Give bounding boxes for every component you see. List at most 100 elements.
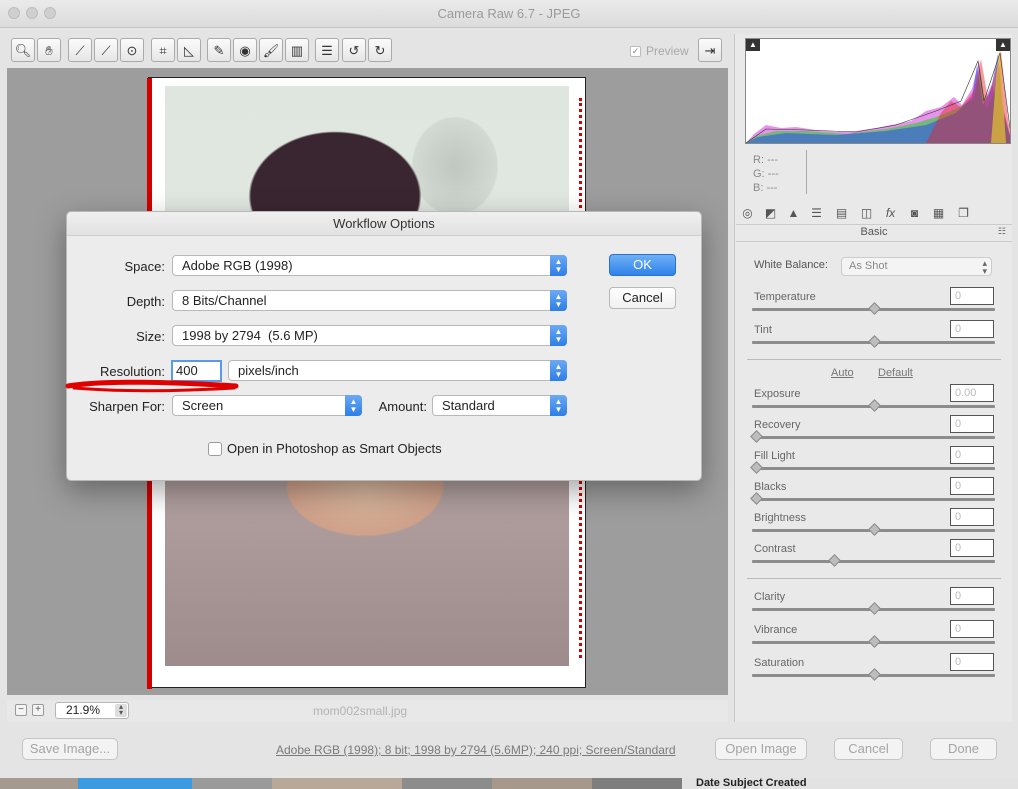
dialog-cancel-button[interactable]: Cancel <box>609 287 676 309</box>
amount-select[interactable]: Standard ▲ ▼ <box>432 395 567 416</box>
color-sampler-tool-button[interactable]: ⟋ <box>94 38 118 62</box>
sharpen-select[interactable]: Screen ▲ ▼ <box>172 395 362 416</box>
tint-slider-thumb[interactable] <box>867 335 881 348</box>
chevron-updown-icon: ▲ ▼ <box>550 360 567 381</box>
target-adjustment-tool-button[interactable]: ⊙ <box>120 38 144 62</box>
blacks-slider-track[interactable] <box>752 498 995 501</box>
hsl-tab-icon[interactable]: ☰ <box>807 205 826 222</box>
adjustment-brush-tool-button[interactable]: 🖌︎ <box>259 38 283 62</box>
exposure-value-input[interactable]: 0.00 <box>950 384 994 402</box>
fill-light-value-input[interactable]: 0 <box>950 446 994 464</box>
ok-button[interactable]: OK <box>609 254 676 276</box>
zoom-out-button[interactable]: − <box>15 704 27 716</box>
blacks-slider-thumb[interactable] <box>750 492 763 505</box>
white-balance-tool-button[interactable]: ⟋ <box>68 38 92 62</box>
file-name: mom002small.jpg <box>313 704 408 718</box>
shadow-clipping-warning-icon[interactable]: ▲ <box>746 39 760 51</box>
smart-objects-checkbox[interactable] <box>208 441 222 456</box>
preview-checkbox[interactable]: ✓ <box>630 45 641 57</box>
straighten-tool-button[interactable]: ◺ <box>177 38 201 62</box>
brightness-slider-thumb[interactable] <box>867 523 881 536</box>
camera-calibration-tab-icon[interactable]: ◙ <box>905 205 924 222</box>
white-balance-icon: ⟋ <box>75 42 85 58</box>
clarity-slider-thumb[interactable] <box>867 602 881 615</box>
panel-title-text: Basic <box>860 226 888 238</box>
contrast-slider-track[interactable] <box>752 560 995 563</box>
workflow-options-link[interactable]: Adobe RGB (1998); 8 bit; 1998 by 2794 (5… <box>276 743 676 757</box>
sharpen-value: Screen <box>182 398 224 413</box>
detail-tab-icon[interactable]: ▲ <box>784 205 803 222</box>
depth-select[interactable]: 8 Bits/Channel ▲ ▼ <box>172 290 567 311</box>
brightness-label: Brightness <box>754 512 806 524</box>
vibrance-slider-thumb[interactable] <box>867 635 881 648</box>
open-image-button[interactable]: Open Image <box>715 738 807 760</box>
zoom-level-value: 21.9% <box>66 703 101 717</box>
zoom-tool-button[interactable]: 🔍︎ <box>11 38 35 62</box>
hand-icon: ✋︎ <box>45 42 53 58</box>
clarity-label: Clarity <box>754 591 786 603</box>
recovery-slider-thumb[interactable] <box>750 430 763 443</box>
basic-tab-icon[interactable]: ◎ <box>738 205 757 222</box>
white-balance-label: White Balance: <box>754 259 828 271</box>
graduated-filter-icon: ▥ <box>290 42 304 58</box>
smart-objects-option[interactable]: Open in Photoshop as Smart Objects <box>208 441 442 456</box>
done-button[interactable]: Done <box>930 738 997 760</box>
chevron-updown-icon: ▲ ▼ <box>550 290 567 311</box>
rotate-left-icon: ↺ <box>348 42 360 58</box>
hand-tool-button[interactable]: ✋︎ <box>37 38 61 62</box>
snapshots-tab-icon[interactable]: ❐ <box>954 205 973 222</box>
rgb-divider <box>806 150 807 194</box>
rotate-left-button[interactable]: ↺ <box>342 38 366 62</box>
cancel-button[interactable]: Cancel <box>834 738 903 760</box>
space-select[interactable]: Adobe RGB (1998) ▲ ▼ <box>172 255 567 276</box>
fill-light-slider-track[interactable] <box>752 467 995 470</box>
default-link[interactable]: Default <box>878 367 913 379</box>
temperature-value-input[interactable]: 0 <box>950 287 994 305</box>
save-image-button[interactable]: Save Image... <box>22 738 118 760</box>
red-eye-tool-button[interactable]: ◉ <box>233 38 257 62</box>
clarity-value-input[interactable]: 0 <box>950 587 994 605</box>
zoom-level-select[interactable]: 21.9% ▴ ▾ <box>55 702 129 719</box>
rotate-right-button[interactable]: ↻ <box>368 38 392 62</box>
g-value: --- <box>767 168 779 180</box>
panel-menu-icon[interactable]: ☷ <box>998 226 1006 237</box>
exposure-slider-thumb[interactable] <box>867 399 881 412</box>
vibrance-value-input[interactable]: 0 <box>950 620 994 638</box>
panel-tabs: ◎ ◩ ▲ ☰ ▤ ◫ fx ◙ ▦ ❐ <box>736 203 1012 225</box>
temperature-slider-thumb[interactable] <box>867 302 881 315</box>
tone-curve-tab-icon[interactable]: ◩ <box>761 205 780 222</box>
r-label: R: <box>753 154 764 166</box>
recovery-slider-track[interactable] <box>752 436 995 439</box>
contrast-slider-thumb[interactable] <box>827 554 841 567</box>
zoom-icon: 🔍︎ <box>14 42 32 58</box>
tint-value-input[interactable]: 0 <box>950 320 994 338</box>
white-balance-select[interactable]: As Shot ▴ ▾ <box>841 257 992 276</box>
full-screen-button[interactable]: ⇥ <box>698 38 722 62</box>
auto-link[interactable]: Auto <box>831 367 854 379</box>
lens-corrections-tab-icon[interactable]: ◫ <box>857 205 876 222</box>
fill-light-slider-thumb[interactable] <box>750 461 763 474</box>
full-screen-icon: ⇥ <box>704 42 716 58</box>
presets-tab-icon[interactable]: ▦ <box>929 205 948 222</box>
graduated-filter-tool-button[interactable]: ▥ <box>285 38 309 62</box>
clarity-slider-row: Clarity 0 <box>752 587 996 621</box>
contrast-value-input[interactable]: 0 <box>950 539 994 557</box>
zoom-in-button[interactable]: + <box>32 704 44 716</box>
split-toning-tab-icon[interactable]: ▤ <box>832 205 851 222</box>
recovery-value-input[interactable]: 0 <box>950 415 994 433</box>
saturation-value-input[interactable]: 0 <box>950 653 994 671</box>
crop-tool-button[interactable]: ⌗ <box>151 38 175 62</box>
preferences-icon: ☰ <box>321 42 333 58</box>
preview-toggle[interactable]: ✓ Preview <box>630 44 689 58</box>
spot-removal-tool-button[interactable]: ✎ <box>207 38 231 62</box>
preferences-button[interactable]: ☰ <box>315 38 339 62</box>
footer-bar: Save Image... Adobe RGB (1998); 8 bit; 1… <box>0 724 1018 776</box>
saturation-slider-thumb[interactable] <box>867 668 881 681</box>
thumbnail <box>192 778 272 789</box>
highlight-clipping-warning-icon[interactable]: ▲ <box>996 39 1010 51</box>
brightness-value-input[interactable]: 0 <box>950 508 994 526</box>
effects-tab-icon[interactable]: fx <box>881 205 900 222</box>
size-select[interactable]: 1998 by 2794 (5.6 MP) ▲ ▼ <box>172 325 567 346</box>
blacks-value-input[interactable]: 0 <box>950 477 994 495</box>
resolution-unit-select[interactable]: pixels/inch ▲ ▼ <box>228 360 567 381</box>
